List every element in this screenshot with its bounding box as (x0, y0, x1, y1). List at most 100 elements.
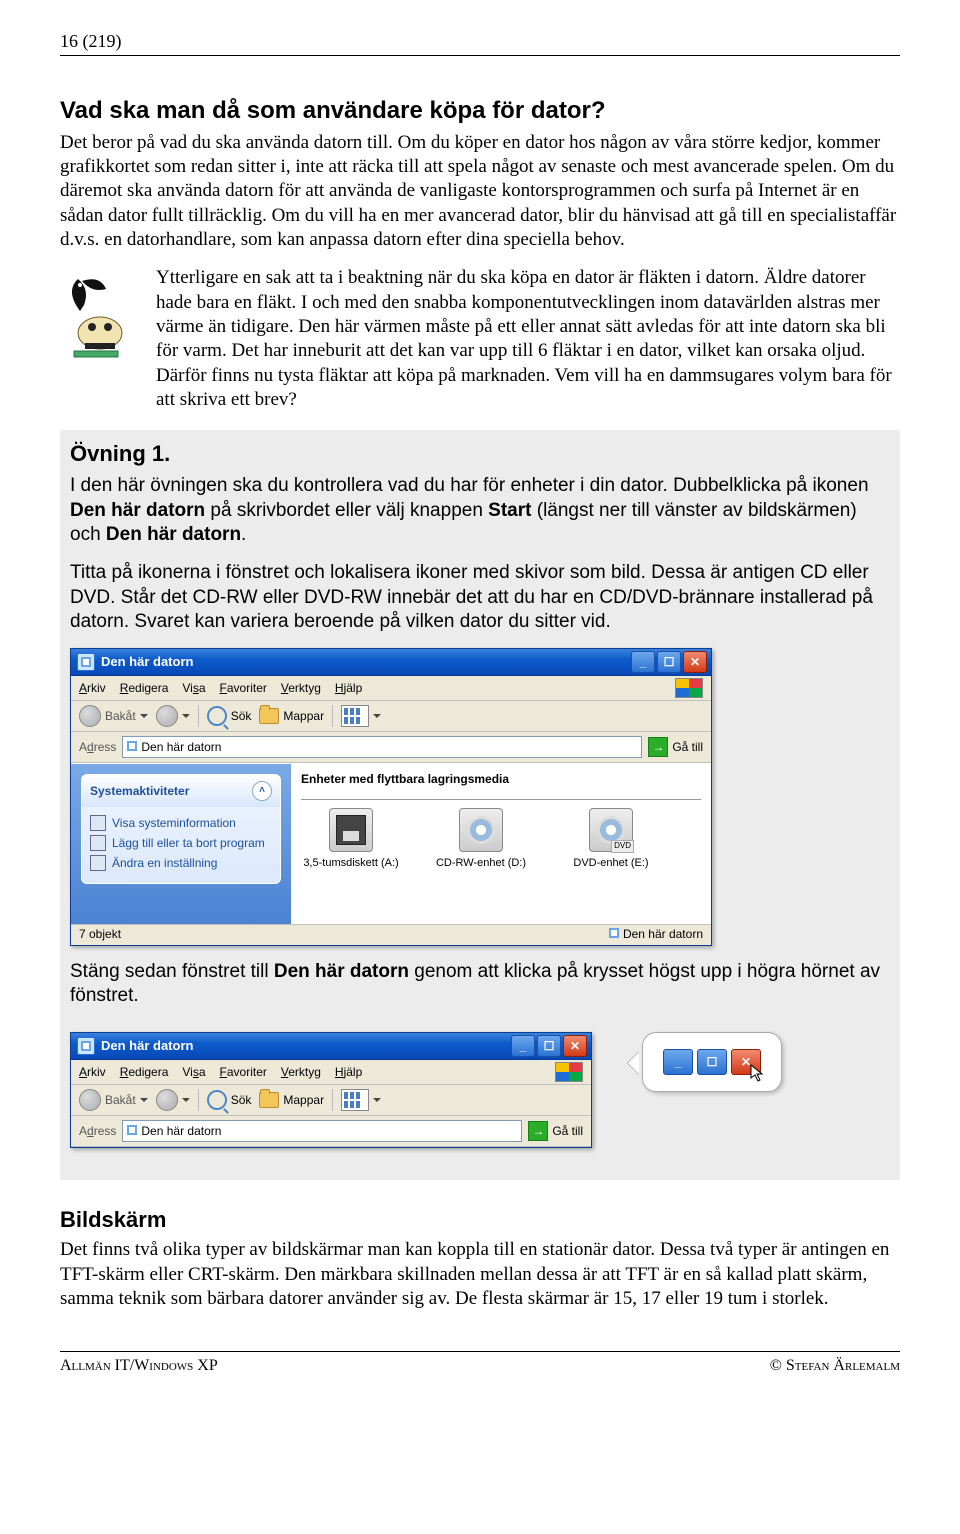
collapse-icon[interactable]: ˄ (252, 781, 272, 801)
close-button[interactable]: ✕ (683, 651, 707, 673)
xp-window-mycomputer: Den här datorn _ ☐ ✕ Arkiv Redigera Visa… (70, 648, 712, 945)
info-icon (90, 815, 106, 831)
windows-flag-icon (555, 1062, 583, 1082)
dvd-icon: DVD (589, 808, 633, 852)
maximize-button[interactable]: ☐ (537, 1035, 561, 1057)
callout-minimize-icon: _ (663, 1049, 693, 1075)
status-bar: 7 objekt Den här datorn (71, 924, 711, 944)
menu-visa[interactable]: Visa (182, 681, 205, 696)
forward-button[interactable] (156, 705, 190, 727)
cursor-icon (750, 1064, 766, 1082)
menu-visa[interactable]: Visa (182, 1065, 205, 1080)
go-arrow-icon: → (648, 737, 668, 757)
views-icon (341, 705, 369, 727)
floppy-icon (329, 808, 373, 852)
titlebar[interactable]: Den här datorn _ ☐ ✕ (71, 649, 711, 676)
paragraph-intro: Det beror på vad du ska använda datorn t… (60, 131, 900, 253)
menu-favoriter[interactable]: Favoriter (220, 681, 267, 696)
toolbar: Bakåt Sök Mappar (71, 701, 711, 732)
addremove-icon (90, 835, 106, 851)
address-icon (127, 740, 137, 755)
window-title: Den här datorn (101, 654, 625, 671)
folders-button[interactable]: Mappar (259, 1092, 324, 1108)
footer-right: © Stefan Ärlemalm (770, 1356, 900, 1376)
window-icon (77, 653, 95, 671)
callout-maximize-icon: ☐ (697, 1049, 727, 1075)
go-button[interactable]: → Gå till (648, 737, 703, 757)
side-panel: Systemaktiviteter ˄ Visa systeminformati… (71, 764, 291, 924)
search-icon (207, 1090, 227, 1110)
paragraph-bildskarm: Det finns två olika typer av bildskärmar… (60, 1238, 900, 1311)
exercise-title: Övning 1. (70, 440, 890, 468)
close-callout: _ ☐ ✕ (642, 1032, 782, 1092)
menu-arkiv[interactable]: Arkiv (79, 1065, 106, 1080)
menu-verktyg[interactable]: Verktyg (281, 681, 321, 696)
address-value: Den här datorn (141, 740, 221, 755)
drive-floppy[interactable]: 3,5-tumsdiskett (A:) (301, 808, 401, 870)
drive-cdrw[interactable]: CD-RW-enhet (D:) (431, 808, 531, 870)
exercise-block: Övning 1. I den här övningen ska du kont… (60, 430, 900, 1180)
views-button[interactable] (341, 705, 381, 727)
search-button[interactable]: Sök (207, 1090, 252, 1110)
address-bar: Adress Den här datorn → Gå till (71, 732, 711, 763)
task-link-settings[interactable]: Ändra en inställning (90, 853, 272, 873)
menu-hjalp[interactable]: Hjälp (335, 681, 362, 696)
address-field[interactable]: Den här datorn (122, 1120, 522, 1142)
back-button[interactable]: Bakåt (79, 705, 148, 727)
task-link-addremove[interactable]: Lägg till eller ta bort program (90, 833, 272, 853)
status-icon (609, 927, 619, 942)
group-title: Enheter med flyttbara lagringsmedia (301, 772, 701, 787)
address-field[interactable]: Den här datorn (122, 736, 642, 758)
menu-favoriter[interactable]: Favoriter (220, 1065, 267, 1080)
menubar: Arkiv Redigera Visa Favoriter Verktyg Hj… (71, 1060, 591, 1085)
maximize-button[interactable]: ☐ (657, 651, 681, 673)
views-button[interactable] (341, 1089, 381, 1111)
minimize-button[interactable]: _ (511, 1035, 535, 1057)
status-right: Den här datorn (623, 927, 703, 942)
exercise-p2: Titta på ikonerna i fönstret och lokalis… (70, 561, 890, 634)
xp-window-mycomputer-2: Den här datorn _ ☐ ✕ Arkiv Redigera Visa… (70, 1032, 592, 1148)
cd-icon (459, 808, 503, 852)
address-bar: Adress Den här datorn → Gå till (71, 1116, 591, 1147)
address-label: Adress (79, 740, 116, 755)
windows-flag-icon (675, 678, 703, 698)
tip-icon (60, 266, 136, 366)
minimize-button[interactable]: _ (631, 651, 655, 673)
menu-arkiv[interactable]: Arkiv (79, 681, 106, 696)
forward-button[interactable] (156, 1089, 190, 1111)
toolbar: Bakåt Sök Mappar (71, 1085, 591, 1116)
callout-close-icon: ✕ (731, 1049, 761, 1075)
close-button[interactable]: ✕ (563, 1035, 587, 1057)
page-number: 16 (219) (60, 30, 900, 56)
task-link-sysinfo[interactable]: Visa systeminformation (90, 813, 272, 833)
address-label: Adress (79, 1124, 116, 1139)
heading-bildskarm: Bildskärm (60, 1206, 900, 1234)
heading-buy-computer: Vad ska man då som användare köpa för da… (60, 96, 900, 127)
back-button[interactable]: Bakåt (79, 1089, 148, 1111)
titlebar[interactable]: Den här datorn _ ☐ ✕ (71, 1033, 591, 1060)
address-value: Den här datorn (141, 1124, 221, 1139)
footer-left: Allmän IT/Windows XP (60, 1356, 218, 1376)
menu-redigera[interactable]: Redigera (120, 1065, 169, 1080)
task-panel: Systemaktiviteter ˄ Visa systeminformati… (81, 774, 281, 884)
search-button[interactable]: Sök (207, 706, 252, 726)
tip-paragraph: Ytterligare en sak att ta i beaktning nä… (156, 266, 900, 412)
folder-icon (259, 708, 279, 724)
menu-hjalp[interactable]: Hjälp (335, 1065, 362, 1080)
exercise-p3: Stäng sedan fönstret till Den här datorn… (70, 960, 890, 1009)
views-icon (341, 1089, 369, 1111)
menubar: Arkiv Redigera Visa Favoriter Verktyg Hj… (71, 676, 711, 701)
drive-dvd[interactable]: DVD DVD-enhet (E:) (561, 808, 661, 870)
window-title: Den här datorn (101, 1038, 505, 1055)
settings-icon (90, 855, 106, 871)
status-left: 7 objekt (79, 927, 121, 942)
menu-verktyg[interactable]: Verktyg (281, 1065, 321, 1080)
folder-icon (259, 1092, 279, 1108)
exercise-p1: I den här övningen ska du kontrollera va… (70, 474, 890, 547)
window-icon (77, 1037, 95, 1055)
file-area: Enheter med flyttbara lagringsmedia 3,5-… (291, 764, 711, 924)
menu-redigera[interactable]: Redigera (120, 681, 169, 696)
folders-button[interactable]: Mappar (259, 708, 324, 724)
go-button[interactable]: → Gå till (528, 1121, 583, 1141)
go-arrow-icon: → (528, 1121, 548, 1141)
